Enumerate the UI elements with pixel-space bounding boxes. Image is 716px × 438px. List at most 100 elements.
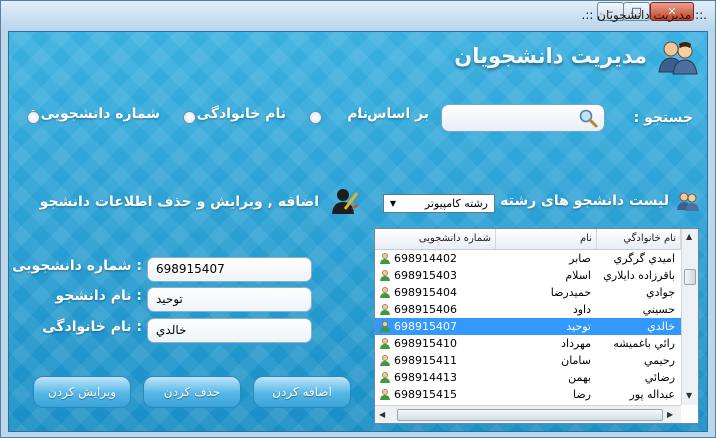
search-input[interactable] [441,104,605,132]
users-small-icon [677,192,699,211]
cell-last-name: عبداله پور [629,388,675,401]
cell-first-name: حميدرضا [550,286,591,299]
user-icon [380,372,390,383]
cell-student-number: 698914402 [375,250,496,267]
last-name-field[interactable]: خالدي [147,318,312,343]
table-row[interactable]: 698915406 داود حسيني [375,301,681,318]
last-name-label: : نام خانوادگی [42,319,142,335]
student-number-label: : شماره دانشجویی [12,258,142,274]
cell-student-number: 698915404 [375,284,496,301]
cell-first-name: اسلام [565,269,591,282]
scroll-up-icon[interactable]: ▲ [686,232,692,241]
table-row[interactable]: 698915407 توحيد خالدي [375,318,681,335]
cell-first-name: مهرداد [561,337,591,350]
student-number-text: 698915411 [394,354,457,367]
page-title: مديريت دانشجويان [454,44,647,68]
table-row[interactable]: 698915403 اسلام باقرزاده دایلاري [375,267,681,284]
vertical-scrollbar[interactable]: ▲ ▼ [681,229,698,405]
student-number-text: 698915404 [394,286,457,299]
cell-first-name: صابر [569,252,591,265]
edit-section-label: اضافه , ویرایش و حذف اطلاعات دانشجو [39,194,319,210]
scroll-right-icon[interactable]: ▶ [667,410,673,419]
add-button[interactable]: اضافه کردن [253,376,351,408]
edit-button[interactable]: ویرایش کردن [33,376,131,408]
radio-first-name[interactable] [309,111,322,124]
user-icon [380,253,390,264]
cell-first-name: داود [572,303,591,316]
cell-student-number: 698915403 [375,267,496,284]
first-name-field[interactable]: توحيد [147,287,312,312]
student-number-text: 698914402 [394,252,457,265]
student-number-text: 698915403 [394,269,457,282]
cell-student-number: 698915407 [375,318,496,335]
first-name-value: توحيد [156,292,183,306]
cell-last-name: اميدي گرگري [613,252,675,265]
user-icon [380,338,390,349]
column-header-last-name[interactable]: نام خانوادگي [597,229,681,249]
radio-student-number[interactable] [27,111,40,124]
user-icon [380,389,390,400]
radio-last-name-label: نام خانوادگی [196,106,286,122]
user-icon [380,321,390,332]
horizontal-scrollbar[interactable]: ◀ ▶ [375,405,681,423]
cell-first-name: بهمن [568,371,591,384]
table-row[interactable]: 698914413 بهمن رضائي [375,369,681,386]
search-icon [579,109,598,128]
cell-student-number: 698914413 [375,369,496,386]
list-section-label: لیست دانشجو های رشته : [489,193,669,209]
table-row[interactable]: 698915410 مهرداد رائي باغميشه [375,335,681,352]
major-select[interactable]: رشته کامپیوتر ▼ [383,194,495,213]
cell-last-name: خالدي [647,320,675,333]
chevron-down-icon: ▼ [389,199,397,208]
cell-last-name: رضائي [644,371,675,384]
user-icon [380,355,390,366]
student-number-text: 698914413 [394,371,457,384]
student-number-text: 698915406 [394,303,457,316]
cell-student-number: 698915406 [375,301,496,318]
table-row[interactable]: 698914402 صابر اميدي گرگري [375,250,681,267]
first-name-label: : نام دانشجو [55,288,142,304]
major-select-value: رشته کامپیوتر [424,197,488,210]
user-icon [380,304,390,315]
cell-first-name: سامان [561,354,591,367]
student-number-field[interactable]: 698915407 [147,257,312,282]
window-title: .:: مديريت دانشجويان ::. [581,8,707,22]
students-grid[interactable]: شماره دانشجویی نام نام خانوادگي 69891440… [374,228,699,424]
users-icon [658,41,698,75]
last-name-value: خالدي [156,323,187,337]
cell-first-name: رضا [572,388,591,401]
vertical-scroll-thumb[interactable] [684,269,696,285]
grid-header: شماره دانشجویی نام نام خانوادگي [375,229,681,250]
cell-student-number: 698915410 [375,335,496,352]
cell-student-number: 698915411 [375,352,496,369]
student-number-text: 698915407 [394,320,457,333]
table-row[interactable]: 698915411 سامان رحيمي [375,352,681,369]
client-area: مديريت دانشجويان جستجو : بر اساس : نام ن… [8,31,708,432]
cell-last-name: رائي باغميشه [613,337,675,350]
scroll-left-icon[interactable]: ◀ [379,410,385,419]
cell-last-name: جوادي [645,286,675,299]
delete-button[interactable]: حذف کردن [143,376,241,408]
table-row[interactable]: 698915404 حميدرضا جوادي [375,284,681,301]
student-number-text: 698915410 [394,337,457,350]
radio-first-name-label: نام [347,106,368,122]
student-number-value: 698915407 [156,262,225,276]
student-number-text: 698915415 [394,388,457,401]
cell-last-name: باقرزاده دایلاري [603,269,675,282]
user-icon [380,287,390,298]
radio-last-name[interactable] [183,111,196,124]
table-row[interactable]: 698915415 رضا عبداله پور [375,386,681,403]
column-header-number[interactable]: شماره دانشجویی [375,229,496,249]
user-icon [380,270,390,281]
search-label: جستجو : [633,110,693,126]
title-bar[interactable]: – □ ✕ .:: مديريت دانشجويان ::. [1,1,715,31]
cell-last-name: رحيمي [644,354,675,367]
cell-first-name: توحيد [566,320,591,333]
main-window: – □ ✕ .:: مديريت دانشجويان ::. مديريت دا… [0,0,716,438]
horizontal-scroll-thumb[interactable] [397,409,663,421]
scroll-down-icon[interactable]: ▼ [686,391,692,400]
cell-student-number: 698915415 [375,386,496,403]
radio-student-number-label: شماره دانشجویی : [30,106,160,122]
column-header-first-name[interactable]: نام [496,229,597,249]
cell-last-name: حسيني [642,303,675,316]
